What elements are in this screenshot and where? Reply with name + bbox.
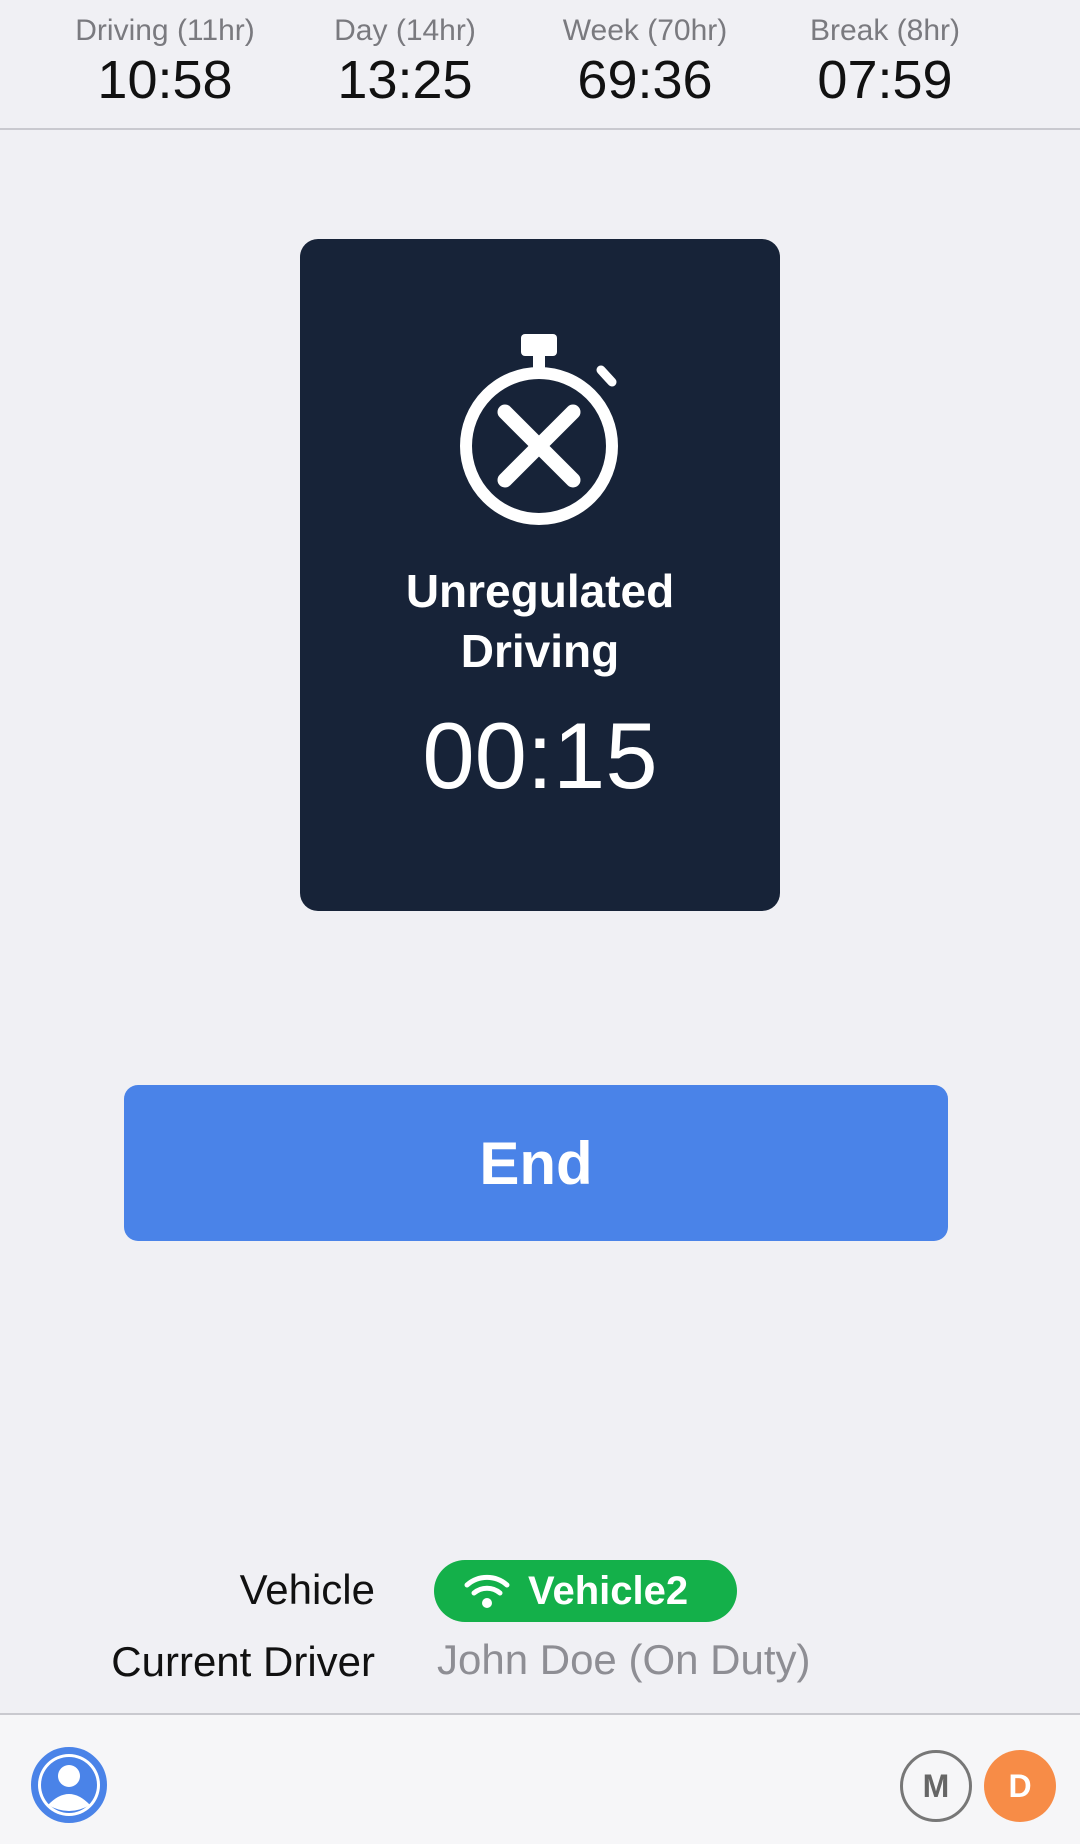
vehicle-label: Vehicle xyxy=(239,1566,375,1613)
current-driver-label: Current Driver xyxy=(111,1638,375,1685)
timer-day: Day (14hr) 13:25 xyxy=(285,14,525,110)
vehicle-name: Vehicle2 xyxy=(528,1568,689,1613)
timer-value: 07:59 xyxy=(817,50,953,110)
timer-break: Break (8hr) 07:59 xyxy=(765,14,1005,110)
timer-label: Week (70hr) xyxy=(562,14,728,47)
mode-m-button[interactable]: M xyxy=(900,1750,972,1822)
duty-status-card[interactable]: Unregulated Driving 00:15 xyxy=(300,239,780,911)
timer-label: Driving (11hr) xyxy=(75,14,255,47)
timer-value: 69:36 xyxy=(577,50,713,110)
timer-value: 10:58 xyxy=(97,50,233,110)
current-driver-value: John Doe (On Duty) xyxy=(437,1636,811,1683)
timer-label: Break (8hr) xyxy=(809,14,961,47)
timer-label: Day (14hr) xyxy=(334,14,476,47)
hos-timers-bar: Driving (11hr) 10:58 Day (14hr) 13:25 We… xyxy=(0,0,1080,130)
eld-driving-screen: Driving (11hr) 10:58 Day (14hr) 13:25 We… xyxy=(0,0,1080,1844)
vehicle-badge[interactable]: Vehicle2 xyxy=(434,1560,737,1622)
timer-value: 13:25 xyxy=(337,50,473,110)
timer-driving: Driving (11hr) 10:58 xyxy=(45,14,285,110)
user-avatar-icon[interactable] xyxy=(29,1745,109,1825)
end-button[interactable]: End xyxy=(124,1085,948,1241)
wifi-icon xyxy=(464,1574,510,1608)
mode-d-button[interactable]: D xyxy=(984,1750,1056,1822)
bottom-bar: M D xyxy=(0,1713,1080,1844)
duty-status-label: Unregulated Driving xyxy=(405,565,675,677)
duty-status-timer: 00:15 xyxy=(422,703,658,808)
stopwatch-x-icon xyxy=(460,334,618,525)
timer-week: Week (70hr) 69:36 xyxy=(525,14,765,110)
